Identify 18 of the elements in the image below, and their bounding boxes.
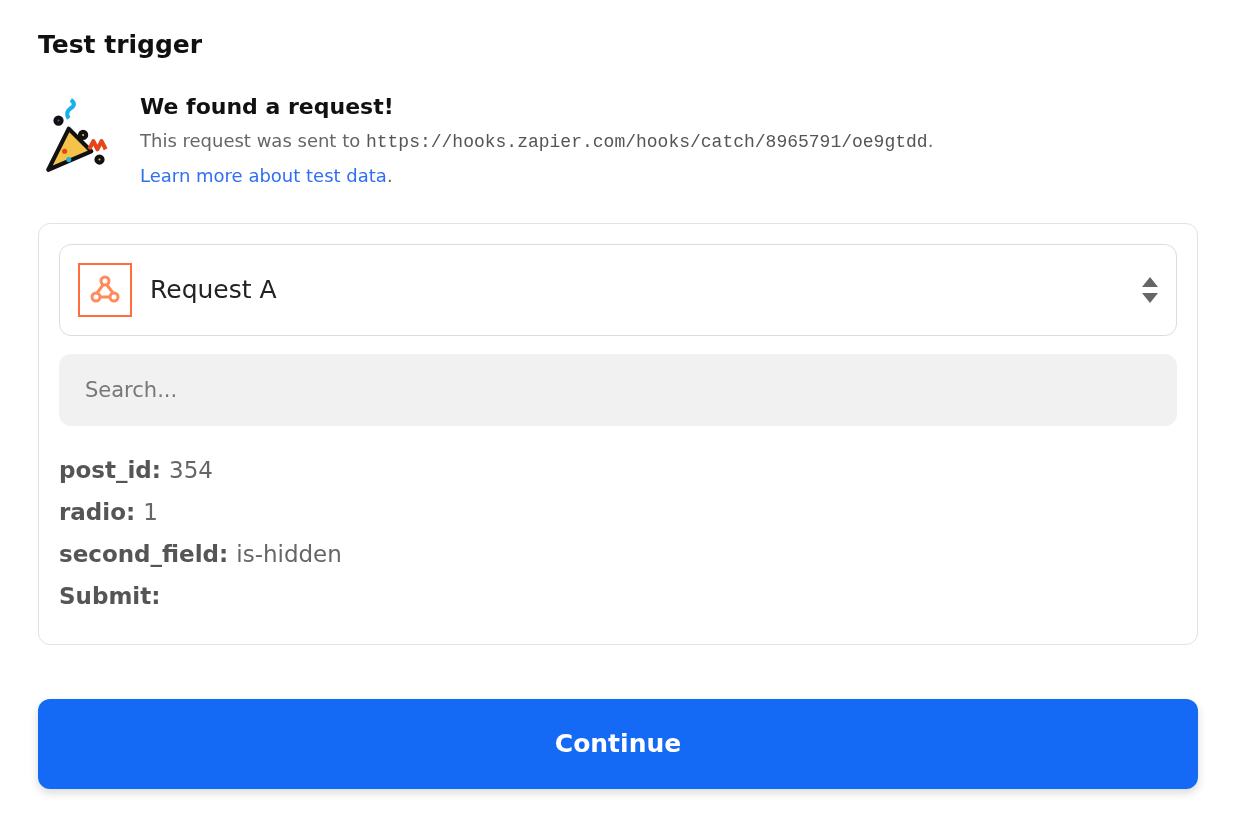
continue-button[interactable]: Continue	[38, 698, 1198, 789]
search-field[interactable]: Search...	[59, 353, 1177, 426]
section-title: Test trigger	[38, 29, 203, 61]
field-value: 1	[143, 498, 158, 528]
field-label: radio:	[59, 498, 136, 528]
sort-caret-icon	[1142, 276, 1158, 303]
field-label: second_field:	[59, 540, 229, 570]
field-label: Submit:	[59, 582, 161, 612]
notice-text: This request was sent to https://hooks.zapier.com/hooks/catch/8965791/oe9gtdd.	[140, 128, 934, 154]
field-value: is-hidden	[236, 540, 342, 570]
request-select[interactable]: Request A	[59, 243, 1177, 336]
field-value: 354	[169, 456, 213, 486]
webhook-icon	[78, 262, 132, 317]
learn-more-link[interactable]: Learn more about test data	[140, 164, 387, 186]
select-value: Request A	[150, 273, 278, 306]
notice-title: We found a request!	[140, 92, 395, 121]
field-label: post_id:	[59, 456, 161, 486]
period-text: .	[386, 164, 393, 186]
